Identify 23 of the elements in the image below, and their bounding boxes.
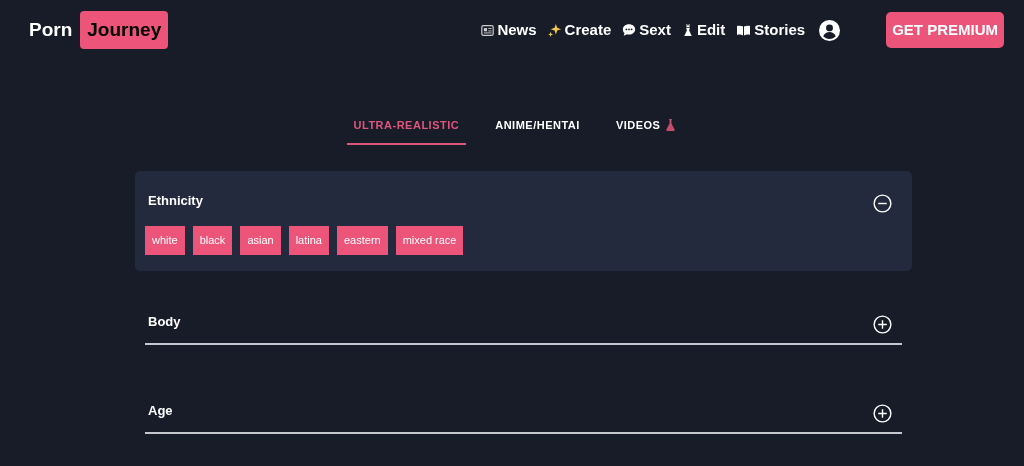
chat-icon	[622, 23, 637, 37]
nav-link[interactable]: Edit	[681, 18, 726, 42]
expand-icon[interactable]	[873, 314, 892, 334]
book-icon	[736, 23, 752, 37]
nav-link[interactable]: Create	[547, 18, 612, 42]
logo-badge[interactable]: Journey	[80, 10, 169, 50]
nav-link[interactable]: Stories	[736, 18, 806, 42]
dress-icon	[681, 23, 694, 37]
tab[interactable]: ANIME/HENTAI	[488, 117, 587, 145]
tab[interactable]: ULTRA-REALISTIC	[346, 117, 467, 145]
section-title[interactable]: Body	[145, 312, 181, 332]
nav-link[interactable]: News	[481, 18, 537, 42]
nav-link[interactable]: Sext	[622, 18, 671, 42]
profile-icon[interactable]	[819, 19, 841, 41]
newspaper-icon	[481, 23, 495, 37]
logo-text[interactable]: Porn	[29, 15, 73, 45]
expand-icon[interactable]	[873, 403, 892, 423]
section-title[interactable]: Ethnicity	[145, 191, 203, 211]
sparkles-icon	[547, 23, 562, 37]
collapse-icon[interactable]	[873, 193, 892, 213]
section-title[interactable]: Age	[145, 401, 173, 421]
flask-icon	[666, 119, 676, 132]
tab[interactable]: VIDEOS	[608, 117, 683, 145]
